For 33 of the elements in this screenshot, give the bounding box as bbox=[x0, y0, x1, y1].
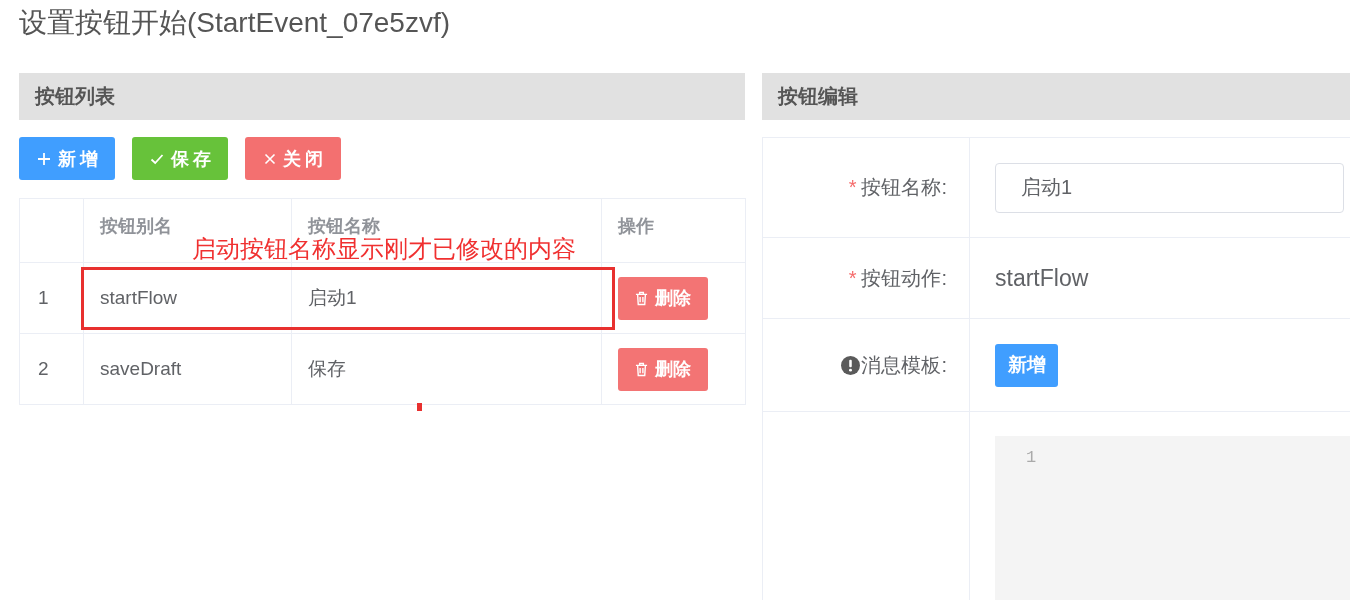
delete-button[interactable]: 删除 bbox=[618, 276, 708, 320]
field-label: 消息模板: bbox=[861, 352, 947, 378]
annotation-text: 启动按钮名称显示刚才已修改的内容 bbox=[192, 237, 576, 261]
close-button[interactable]: 关闭 bbox=[245, 137, 341, 180]
row-number: 1 bbox=[38, 287, 49, 308]
table-cell: 保存 bbox=[308, 358, 346, 379]
delete-button[interactable]: 删除 bbox=[618, 347, 708, 391]
panel-header: 按钮列表 bbox=[19, 73, 745, 120]
trash-icon bbox=[635, 361, 648, 377]
required-asterisk: * bbox=[848, 176, 857, 199]
panel-header: 按钮编辑 bbox=[762, 73, 1350, 120]
row-number: 2 bbox=[38, 358, 49, 379]
field-value: startFlow bbox=[995, 264, 1089, 292]
close-icon bbox=[263, 152, 276, 165]
page-title: 设置按钮开始(StartEvent_07e5zvf) bbox=[19, 6, 451, 40]
required-asterisk: * bbox=[848, 266, 857, 290]
plus-icon bbox=[36, 151, 51, 166]
column-header: 按钮名称 bbox=[308, 215, 380, 236]
column-header: 按钮别名 bbox=[100, 215, 172, 236]
field-label: 按钮动作: bbox=[861, 265, 947, 291]
add-button[interactable]: 新增 bbox=[995, 343, 1058, 387]
column-header: 操作 bbox=[618, 215, 654, 236]
table-cell: startFlow bbox=[100, 287, 178, 308]
table-cell: saveDraft bbox=[100, 358, 182, 379]
save-button[interactable]: 保存 bbox=[132, 137, 228, 180]
add-button[interactable]: 新增 bbox=[19, 137, 115, 180]
cursor-mark-icon bbox=[417, 403, 422, 411]
name-input[interactable]: 启动1 bbox=[995, 162, 1344, 213]
code-editor[interactable]: 1 bbox=[995, 436, 1350, 600]
field-label: 按钮名称: bbox=[861, 175, 947, 200]
table-cell: 启动1 bbox=[308, 287, 357, 308]
line-number: 1 bbox=[1026, 448, 1037, 467]
trash-icon bbox=[635, 290, 648, 306]
